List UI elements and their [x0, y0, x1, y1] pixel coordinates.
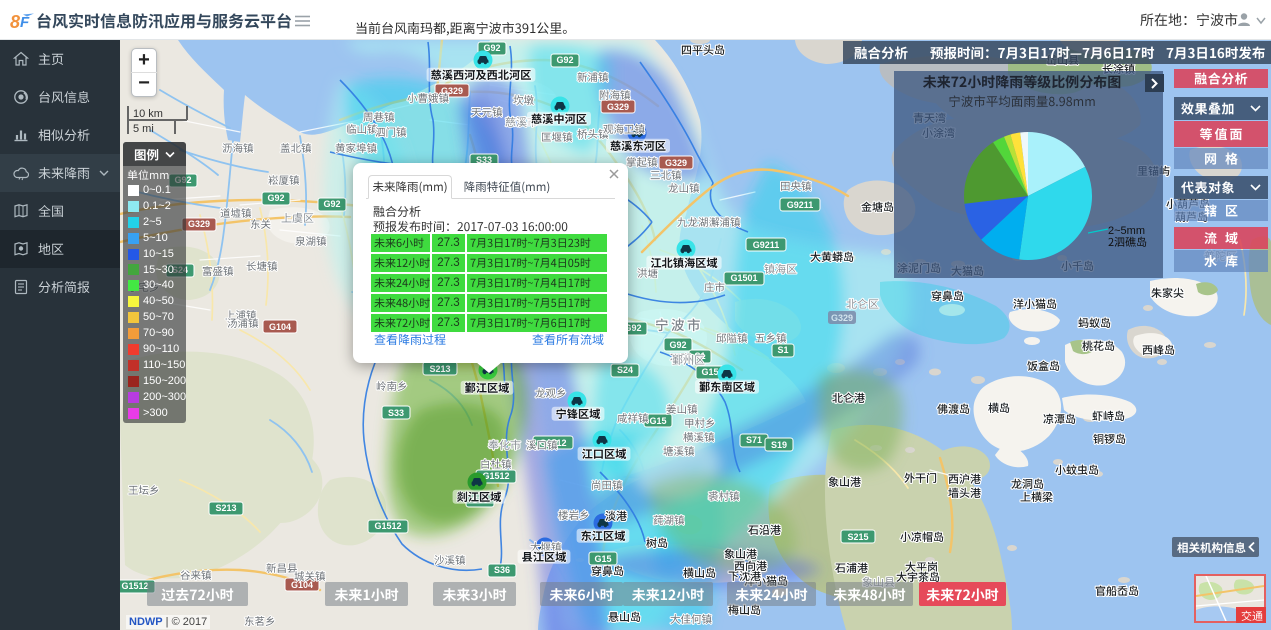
- svg-text:G329: G329: [831, 313, 853, 323]
- svg-text:G92: G92: [669, 340, 686, 350]
- svg-text:S24: S24: [617, 365, 633, 375]
- svg-text:G1512: G1512: [482, 471, 509, 481]
- svg-text:5 mi: 5 mi: [133, 123, 154, 135]
- svg-text:S36: S36: [494, 565, 510, 575]
- svg-text:S213: S213: [215, 503, 236, 513]
- svg-text:S19: S19: [771, 440, 787, 450]
- svg-text:G92: G92: [267, 193, 284, 203]
- svg-text:G104: G104: [269, 322, 291, 332]
- svg-text:S1: S1: [777, 345, 788, 355]
- svg-text:G15: G15: [649, 416, 666, 426]
- svg-text:G329: G329: [607, 102, 629, 112]
- svg-text:G92: G92: [323, 199, 340, 209]
- svg-text:G9211: G9211: [787, 200, 814, 210]
- svg-text:G1512: G1512: [121, 581, 148, 591]
- svg-text:G15: G15: [701, 367, 718, 377]
- svg-text:G329: G329: [665, 158, 687, 168]
- svg-text:F: F: [20, 14, 30, 31]
- svg-text:G104: G104: [291, 580, 313, 590]
- svg-text:G9211: G9211: [753, 240, 780, 250]
- svg-text:G1501: G1501: [730, 273, 757, 283]
- svg-text:G92: G92: [556, 55, 573, 65]
- svg-text:10 km: 10 km: [133, 108, 163, 120]
- svg-text:G1512: G1512: [374, 521, 401, 531]
- svg-text:S33: S33: [388, 408, 404, 418]
- svg-text:S71: S71: [746, 435, 762, 445]
- svg-text:S215: S215: [847, 532, 868, 542]
- svg-text:S213: S213: [429, 364, 450, 374]
- svg-text:G329: G329: [188, 219, 210, 229]
- svg-text:8: 8: [10, 12, 20, 31]
- svg-text:G15: G15: [594, 554, 611, 564]
